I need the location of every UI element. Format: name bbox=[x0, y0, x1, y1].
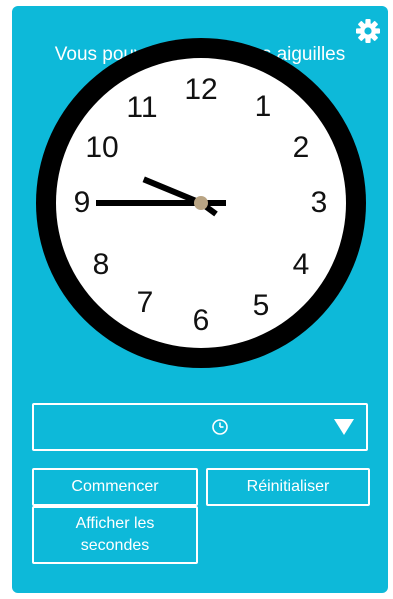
app-panel: Vous pouvez déplacer les aiguilles 12 1 … bbox=[12, 6, 388, 593]
show-seconds-button[interactable]: Afficher les secondes bbox=[32, 506, 198, 564]
analog-clock[interactable]: 12 1 2 3 4 5 6 7 8 9 10 11 bbox=[36, 36, 366, 370]
reset-button[interactable]: Réinitialiser bbox=[206, 468, 370, 506]
clock-number-3: 3 bbox=[311, 186, 328, 219]
clock-number-6: 6 bbox=[193, 304, 210, 337]
clock-number-10: 10 bbox=[85, 131, 118, 164]
clock-number-12: 12 bbox=[184, 73, 217, 106]
triangle-down-icon bbox=[334, 419, 354, 435]
start-button[interactable]: Commencer bbox=[32, 468, 198, 506]
clock-number-5: 5 bbox=[253, 289, 270, 322]
gear-icon bbox=[356, 19, 380, 43]
mode-dropdown[interactable] bbox=[32, 403, 368, 451]
settings-button[interactable] bbox=[353, 16, 383, 46]
clock-number-4: 4 bbox=[293, 248, 310, 281]
clock-number-8: 8 bbox=[93, 248, 110, 281]
clock-number-1: 1 bbox=[255, 90, 272, 123]
clock-icon bbox=[212, 419, 228, 435]
clock-center-pin bbox=[194, 196, 208, 210]
clock-number-11: 11 bbox=[126, 91, 157, 124]
clock-number-2: 2 bbox=[293, 131, 310, 164]
clock-number-7: 7 bbox=[137, 286, 154, 319]
clock-svg[interactable]: 12 1 2 3 4 5 6 7 8 9 10 11 bbox=[36, 36, 366, 370]
clock-number-9: 9 bbox=[74, 186, 91, 219]
